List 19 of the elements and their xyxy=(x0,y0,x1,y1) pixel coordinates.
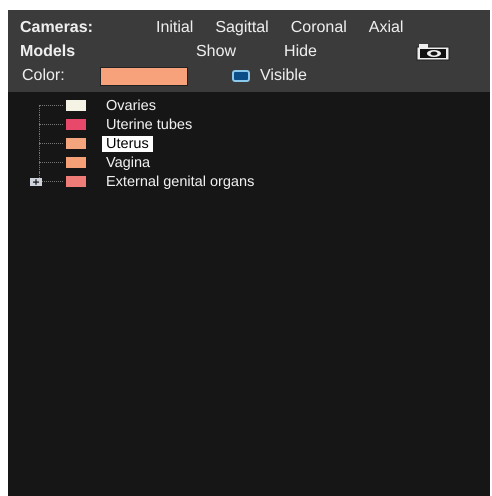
model-tree-item[interactable]: Vagina xyxy=(102,154,154,170)
camera-view-button[interactable]: Sagittal xyxy=(215,19,269,37)
model-tree-item[interactable]: Uterine tubes xyxy=(102,116,196,132)
model-tree-item[interactable]: External genital organs xyxy=(102,174,258,190)
camera-view-button[interactable]: Axial xyxy=(368,19,404,37)
model-tree-item[interactable]: Uterus xyxy=(102,136,153,152)
expand-icon[interactable] xyxy=(30,178,42,186)
camera-icon[interactable] xyxy=(416,43,450,61)
hide-button[interactable]: Hide xyxy=(284,43,317,61)
show-button[interactable]: Show xyxy=(196,43,236,61)
color-label: Color: xyxy=(21,67,66,85)
visible-checkbox[interactable] xyxy=(232,70,250,82)
camera-view-button[interactable]: Coronal xyxy=(290,19,347,37)
camera-view-button[interactable]: Initial xyxy=(156,19,194,37)
models-label: Models xyxy=(20,43,76,61)
model-tree-item[interactable]: Ovaries xyxy=(102,98,160,114)
color-swatch[interactable] xyxy=(100,66,188,86)
visible-label: Visible xyxy=(260,67,307,85)
cameras-label: Cameras: xyxy=(20,19,94,37)
